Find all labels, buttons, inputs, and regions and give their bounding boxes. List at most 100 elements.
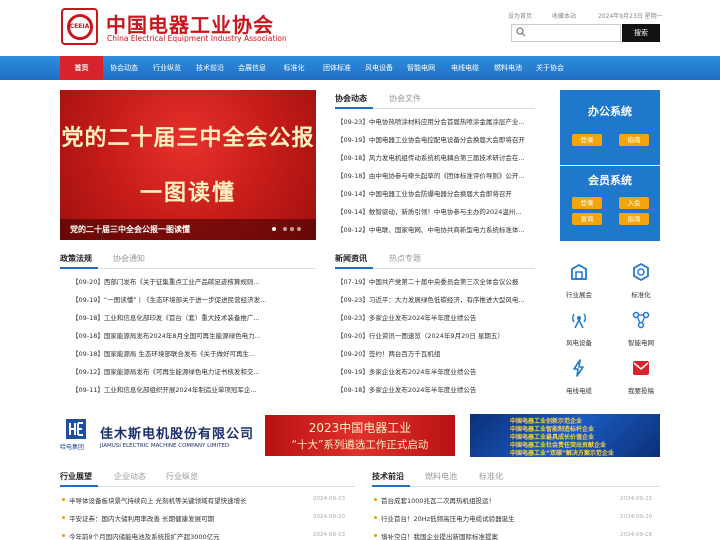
list-item[interactable]: 【09-19】“一图读懂”丨《生态环境部关于进一步促进民营经济发展... [72, 295, 272, 306]
bookmark-link[interactable]: 收藏本站 [552, 11, 576, 20]
member-system-title: 会员系统 [588, 174, 632, 187]
search-button[interactable]: 搜索 [622, 24, 660, 42]
logo-mark[interactable]: CEEIA [61, 8, 98, 45]
list-item[interactable]: 今年前8个月国内储能电池及系统投扩产超3000亿元 [69, 531, 304, 540]
banner-headline: 党的二十届三中全会公报 [61, 125, 315, 151]
list-item[interactable]: 【09-23】多家企业发布2024年半年度业绩公告 [337, 313, 535, 324]
nav-fuel-cell[interactable]: 燃料电池 [489, 56, 527, 80]
ad-top-ten-selection[interactable]: 2023中国电器工业 “十大”系列遴选工作正式启动 [265, 415, 455, 456]
tab-active-marker [60, 485, 98, 487]
list-item[interactable]: 【09-18】国家能源局 生态环境部联合发布《关于做好可再生... [72, 349, 272, 360]
list-item[interactable]: 【09-18】风力发电机组传动系统机电耦合第三届技术研讨会在... [337, 153, 535, 164]
list-item[interactable]: 半导体设备板块景气持续向上 光刻机等关键领域有望快速增长 [69, 495, 304, 505]
lightning-icon [573, 359, 584, 377]
service-label: 我要投稿 [628, 387, 654, 395]
nav-home[interactable]: 首页 [60, 56, 103, 80]
service-label: 智能电网 [628, 339, 654, 347]
tab-assoc-docs[interactable]: 协会文件 [389, 93, 421, 104]
nav-smart-grid[interactable]: 智能电网 [402, 56, 440, 80]
member-query-button[interactable]: 查询 [572, 213, 602, 225]
list-item[interactable]: 【09-11】工业和信息化部组织开展2024年制造业单项冠军企... [72, 385, 272, 396]
list-item[interactable]: 【09-20】签约！两台百万千瓦机组 [337, 349, 535, 360]
tab-active-marker [372, 485, 410, 487]
bullet [374, 516, 377, 519]
tab-company-news[interactable]: 企业动态 [114, 471, 146, 482]
tab-news[interactable]: 新闻资讯 [335, 253, 367, 264]
service-label: 风电设备 [566, 339, 592, 347]
bullet [374, 534, 377, 537]
list-item[interactable]: 填补空白！我国企业提出新国际标准提案 [381, 531, 611, 540]
ad-jiamusi[interactable]: 哈电集团 佳木斯电机股份有限公司 JIAMUSI ELECTRIC MACHIN… [60, 413, 260, 456]
nav-assoc-news[interactable]: 协会动态 [104, 56, 144, 80]
nav-wind-power[interactable]: 风电设备 [360, 56, 398, 80]
company-name-en: JIAMUSI ELECTRIC MACHINE COMPANY LIMITED [100, 443, 230, 449]
list-item[interactable]: 【09-23】习近平：大力发展绿色低碳经济，有序推进大型风电... [337, 295, 535, 306]
list-item[interactable]: 首台成套1000兆瓦二次再热机组投运！ [381, 495, 611, 505]
tab-hot-topics[interactable]: 热点专题 [389, 253, 421, 264]
banner-image[interactable]: 党的二十届三中全会公报 一图读懂 [60, 90, 316, 240]
carousel-dot[interactable] [290, 227, 294, 231]
member-guide-button[interactable]: 指南 [619, 213, 649, 225]
service-smart-grid[interactable]: 智能电网 [610, 310, 672, 350]
nav-industry-overview[interactable]: 行业纵览 [146, 56, 188, 80]
service-submit[interactable]: 我要投稿 [610, 358, 672, 398]
service-wire-cable[interactable]: 电线电缆 [548, 358, 610, 398]
service-label: 行业展会 [566, 291, 592, 299]
list-item[interactable]: 行业首台！20Hz低频高压电力电缆试验器诞生 [381, 513, 611, 523]
list-item[interactable]: 平安证券：国内大储利用率改善 长期健康发展可期 [69, 513, 304, 523]
office-system-title: 办公系统 [588, 105, 632, 118]
list-item[interactable]: 【09-18】国家能源局发布2024年8月全国可再生能源绿色电力... [72, 331, 272, 342]
list-item[interactable]: 【07-19】中国共产党第二十届中央委员会第三次全体会议公报 [337, 277, 535, 288]
list-item[interactable]: 【09-18】多家企业发布2024年半年度业绩公告 [337, 385, 535, 396]
nav-about[interactable]: 关于协会 [531, 56, 569, 80]
search-icon [516, 27, 526, 37]
tab-tech-frontier[interactable]: 技术前沿 [372, 471, 404, 482]
member-login-button[interactable]: 登录 [572, 197, 602, 209]
list-item[interactable]: 【09-19】多家企业发布2024年半年度业绩公告 [337, 367, 535, 378]
service-wind-power[interactable]: 风电设备 [548, 310, 610, 350]
list-item[interactable]: 【09-12】中电联、国家电网、中电协共商新型电力系统标准体... [337, 225, 535, 236]
tab-notices[interactable]: 协会通知 [113, 253, 145, 264]
carousel-dot[interactable] [272, 227, 276, 231]
tab-standardization[interactable]: 标准化 [479, 471, 503, 482]
search-input[interactable] [511, 24, 621, 42]
list-item[interactable]: 【09-18】由中电协参与牵头起草的《团体标准评价导则》公开... [337, 171, 535, 182]
list-item[interactable]: 【09-20】行业资讯一图速览（2024年9月20日 星期五） [337, 331, 535, 342]
tab-industry-overview[interactable]: 行业纵览 [166, 471, 198, 482]
ad-enterprise-awards[interactable]: 中国电器工业创新示范企业 中国电器工业智能制造标杆企业 中国电器工业最具成长价值… [470, 414, 660, 457]
office-system-panel [560, 90, 660, 165]
list-item[interactable]: 【09-23】中电协热喷涂材料应用分会首届热喷涂金属涂层产业... [337, 117, 535, 128]
service-exhibition[interactable]: 行业展会 [548, 262, 610, 302]
tab-industry-outlook[interactable]: 行业展望 [60, 471, 92, 482]
carousel-dot[interactable] [297, 227, 301, 231]
tab-active-marker [335, 107, 373, 109]
list-item[interactable]: 【09-12】国家能源局发布《可再生能源绿色电力证书核发和交... [72, 367, 272, 378]
office-guide-button[interactable]: 指南 [619, 134, 649, 146]
nav-wire-cable[interactable]: 电线电缆 [446, 56, 484, 80]
network-icon [632, 311, 650, 329]
office-login-button[interactable]: 登录 [572, 134, 602, 146]
nav-tech-frontier[interactable]: 技术前沿 [189, 56, 231, 80]
tab-divider [60, 268, 316, 269]
tab-assoc-news[interactable]: 协会动态 [335, 93, 367, 104]
harbin-electric-logo-icon [66, 419, 86, 439]
tab-policy[interactable]: 政策法规 [60, 253, 92, 264]
carousel-dot[interactable] [283, 227, 287, 231]
exhibition-icon [571, 263, 587, 280]
list-item[interactable]: 【09-19】中国电器工业协会电控配电设备分会换届大会即将召开 [337, 135, 535, 146]
list-item[interactable]: 【09-20】西部门发布《关于征集重点工业产品碳足迹核算规则... [72, 277, 272, 288]
set-homepage-link[interactable]: 设为首页 [508, 11, 532, 20]
list-item[interactable]: 【09-18】工业和信息化部印发《首台（套）重大技术装备推广... [72, 313, 272, 324]
banner-caption[interactable]: 党的二十届三中全会公报一图读懂 [70, 224, 190, 235]
list-item[interactable]: 【09-14】中国电器工业协会防爆电器分会换届大会即将召开 [337, 189, 535, 200]
list-item[interactable]: 【09-14】数智驱动，新质引领！中电协参与主办的2024温州... [337, 207, 535, 218]
service-standardization[interactable]: 标准化 [610, 262, 672, 302]
tab-fuel-cell[interactable]: 燃料电池 [425, 471, 457, 482]
nav-exhibition[interactable]: 会展信息 [232, 56, 272, 80]
nav-group-standards[interactable]: 团体标准 [318, 56, 356, 80]
member-join-button[interactable]: 入会 [619, 197, 649, 209]
list-date: 2024-09-20 [620, 514, 652, 520]
nav-standardization[interactable]: 标准化 [277, 56, 311, 80]
current-date: 2024年9月23日 星期一 [598, 13, 663, 20]
ad-red-line1: 2023中国电器工业 [308, 421, 412, 435]
